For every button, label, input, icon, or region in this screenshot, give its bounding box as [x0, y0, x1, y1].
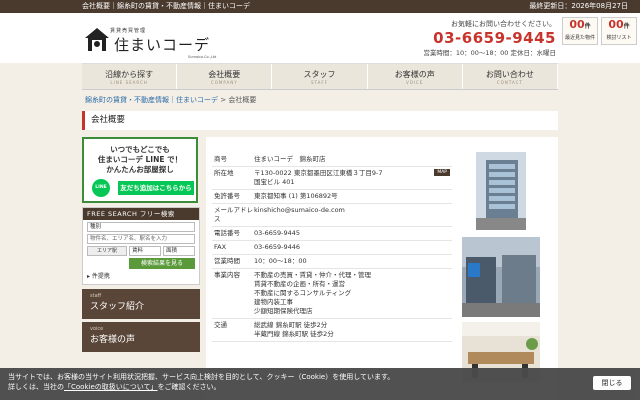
nav-staff[interactable]: スタッフ STAFF — [272, 64, 368, 89]
breadcrumb-separator: > — [220, 96, 227, 104]
logo-name: 住まいコーデ — [114, 36, 211, 54]
company-row: FAX 03-6659-9446 — [212, 241, 452, 255]
type-select[interactable]: 種別 — [87, 222, 195, 232]
nav-label: お客様の声 — [394, 70, 435, 79]
company-row: 事業内容 不動産の売買・賃貸・仲介・代理・管理 賃貸不動産の企画・所有・運営 不動… — [212, 269, 452, 319]
recently-viewed-unit: 件 — [584, 23, 591, 30]
logo-tag: Sumaico.Co.,Ltd — [188, 55, 217, 59]
company-row-label: 所在地 — [214, 169, 234, 177]
company-row: 交通 総武線 錦糸町駅 徒歩2分 半蔵門線 錦糸町駅 徒歩2分 — [212, 319, 452, 342]
recently-viewed-label: 最近見た物件 — [564, 35, 595, 41]
breadcrumb: 錦糸町の賃貸・不動産情報｜住まいコーデ > 会社概要 — [85, 95, 256, 105]
phone-number[interactable]: 03-6659-9445 — [408, 29, 556, 47]
company-row-value: 03-6659-9446 — [254, 243, 301, 251]
company-info-table: 商号 住まいコーデ 錦糸町店所在地 〒130-0022 東京都墨田区江東橋３丁目9-… — [212, 153, 452, 342]
nav-voice[interactable]: お客様の声 VOICE — [367, 64, 463, 89]
nav-line-search[interactable]: 沿線から探す LINE SEARCH — [82, 64, 178, 89]
line-banner[interactable]: いつでもどこでも 住まいコーデ LINE で！ かんたんお部屋探し LINE 友… — [82, 137, 198, 203]
area-select[interactable]: 面積 — [163, 246, 195, 256]
company-row: 所在地 〒130-0022 東京都墨田区江東橋３丁目9-7 国宝ビル 401 MAP — [212, 167, 452, 190]
free-search-panel: FREE SEARCH フリー検索 種別 物件名、エリア名、駅名を入力 エリア駅… — [82, 207, 200, 285]
company-row-label: FAX — [214, 243, 227, 251]
rent-select[interactable]: 賃料 — [129, 246, 161, 256]
favorites-count: 00 — [608, 18, 624, 31]
nav-contact[interactable]: お問い合わせ CONTACT — [462, 64, 559, 89]
breadcrumb-current: 会社概要 — [228, 96, 257, 104]
logo[interactable]: 賃貸売買管理 住まいコーデ Sumaico.Co.,Ltd — [84, 18, 224, 60]
company-row-value: 不動産の売買・賃貸・仲介・代理・管理 賃貸不動産の企画・所有・運営 不動産に関す… — [254, 271, 371, 315]
main-content: 商号 住まいコーデ 錦糸町店所在地 〒130-0022 東京都墨田区江東橋３丁目9-… — [206, 137, 558, 400]
favorites-label: 検討リスト — [606, 35, 632, 41]
company-row: 免許番号 東京都知事 (1) 第106892号 — [212, 190, 452, 204]
street-photo — [462, 237, 540, 317]
company-row-value: 東京都知事 (1) 第106892号 — [254, 192, 338, 200]
popular-link[interactable]: ▸ 件提携 — [83, 269, 199, 280]
line-add-friend-button[interactable]: 友だち追加はこちらから — [118, 181, 194, 195]
nav-label: 会社概要 — [208, 70, 241, 79]
company-row-value: 03-6659-9445 — [254, 229, 301, 237]
contact-block: お気軽にお問い合わせください。 03-6659-9445 営業時間：10：00〜… — [408, 19, 556, 57]
header: 賃貸売買管理 住まいコーデ Sumaico.Co.,Ltd お気軽にお問い合わせ… — [0, 13, 640, 63]
staff-ja-label: スタッフ紹介 — [90, 302, 145, 312]
company-row-value: 〒130-0022 東京都墨田区江東橋３丁目9-7 国宝ビル 401 — [254, 169, 383, 186]
page-title: 会社概要 — [82, 111, 558, 130]
customer-voice-link[interactable]: voice お客様の声 — [82, 322, 200, 352]
house-logo-icon — [85, 28, 109, 51]
nav-company[interactable]: 会社概要 COMPANY — [177, 64, 273, 89]
nav-sub-label: STAFF — [311, 80, 329, 85]
staff-intro-link[interactable]: staff スタッフ紹介 — [82, 289, 200, 319]
search-button[interactable]: 検索結果を見る — [129, 258, 195, 269]
nav-label: スタッフ — [303, 70, 336, 79]
cookie-text-1: 当サイトでは、お客様の当サイト利用状況把握、サービス向上検討を目的として、クッキ… — [8, 373, 395, 381]
company-row-label: メールアドレス — [214, 206, 253, 223]
company-row: 商号 住まいコーデ 錦糸町店 — [212, 153, 452, 167]
company-row-label: 商号 — [214, 155, 227, 163]
nav-label: 沿線から探す — [105, 70, 154, 79]
company-row: 営業時間 10：00〜18：00 — [212, 255, 452, 269]
company-row-label: 事業内容 — [214, 271, 240, 279]
company-row-value: 総武線 錦糸町駅 徒歩2分 半蔵門線 錦糸町駅 徒歩2分 — [254, 321, 334, 338]
business-hours: 営業時間：10：00〜18：00 定休日：水曜日 — [423, 49, 556, 57]
nav-label: お問い合わせ — [485, 70, 534, 79]
cookie-text-2a: 詳しくは、当社の — [8, 383, 64, 391]
recently-viewed-counter[interactable]: 00件 最近見た物件 — [562, 17, 598, 45]
last-updated: 最終更新日：2026年08月27日 — [529, 2, 628, 10]
free-search-heading: FREE SEARCH フリー検索 — [83, 208, 199, 220]
sidebar: いつでもどこでも 住まいコーデ LINE で！ かんたんお部屋探し LINE 友… — [82, 137, 200, 355]
company-row-value[interactable]: kinshicho@sumaico-de.com — [254, 204, 452, 226]
recently-viewed-count: 00 — [569, 18, 585, 31]
building-exterior-photo — [476, 152, 526, 230]
cookie-text-2b: をご確認ください。 — [157, 383, 221, 391]
nav-sub-label: COMPANY — [210, 80, 238, 85]
line-icon: LINE — [92, 179, 110, 197]
top-bar: 会社概要｜錦糸町の賃貸・不動産情報｜住まいコーデ 最終更新日：2026年08月2… — [0, 0, 640, 13]
voice-ja-label: お客様の声 — [90, 335, 136, 345]
global-nav: 沿線から探す LINE SEARCH 会社概要 COMPANY スタッフ STAFF … — [82, 63, 559, 90]
company-row: 電話番号 03-6659-9445 — [212, 227, 452, 241]
cookie-policy-link[interactable]: 「Cookieの取扱いについて」 — [64, 383, 158, 391]
keyword-input[interactable]: 物件名、エリア名、駅名を入力 — [87, 234, 195, 244]
company-row-label: 免許番号 — [214, 192, 240, 200]
company-row-value: 住まいコーデ 錦糸町店 — [254, 155, 326, 163]
favorites-unit: 件 — [623, 23, 630, 30]
company-row-label: 交通 — [214, 321, 227, 329]
favorites-counter[interactable]: 00件 検討リスト — [601, 17, 637, 45]
logo-subtitle: 賃貸売買管理 — [110, 28, 147, 34]
station-select[interactable]: エリア駅 — [87, 246, 127, 256]
breadcrumb-home[interactable]: 錦糸町の賃貸・不動産情報｜住まいコーデ — [85, 96, 218, 104]
nav-sub-label: LINE SEARCH — [110, 80, 148, 85]
contact-question: お気軽にお問い合わせください。 — [451, 20, 556, 28]
company-row: メールアドレス kinshicho@sumaico-de.com — [212, 204, 452, 227]
nav-sub-label: CONTACT — [496, 80, 523, 85]
cookie-banner: 当サイトでは、お客様の当サイト利用状況把握、サービス向上検討を目的として、クッキ… — [0, 368, 640, 400]
map-button[interactable]: MAP — [434, 169, 450, 176]
top-bar-text: 会社概要｜錦糸町の賃貸・不動産情報｜住まいコーデ — [82, 2, 250, 10]
nav-sub-label: VOICE — [406, 80, 424, 85]
company-row-value: 10：00〜18：00 — [254, 257, 307, 265]
cookie-close-button[interactable]: 閉じる — [593, 376, 631, 390]
company-row-label: 電話番号 — [214, 229, 240, 237]
company-row-label: 営業時間 — [214, 257, 240, 265]
banner-line-3: かんたんお部屋探し — [106, 165, 174, 174]
